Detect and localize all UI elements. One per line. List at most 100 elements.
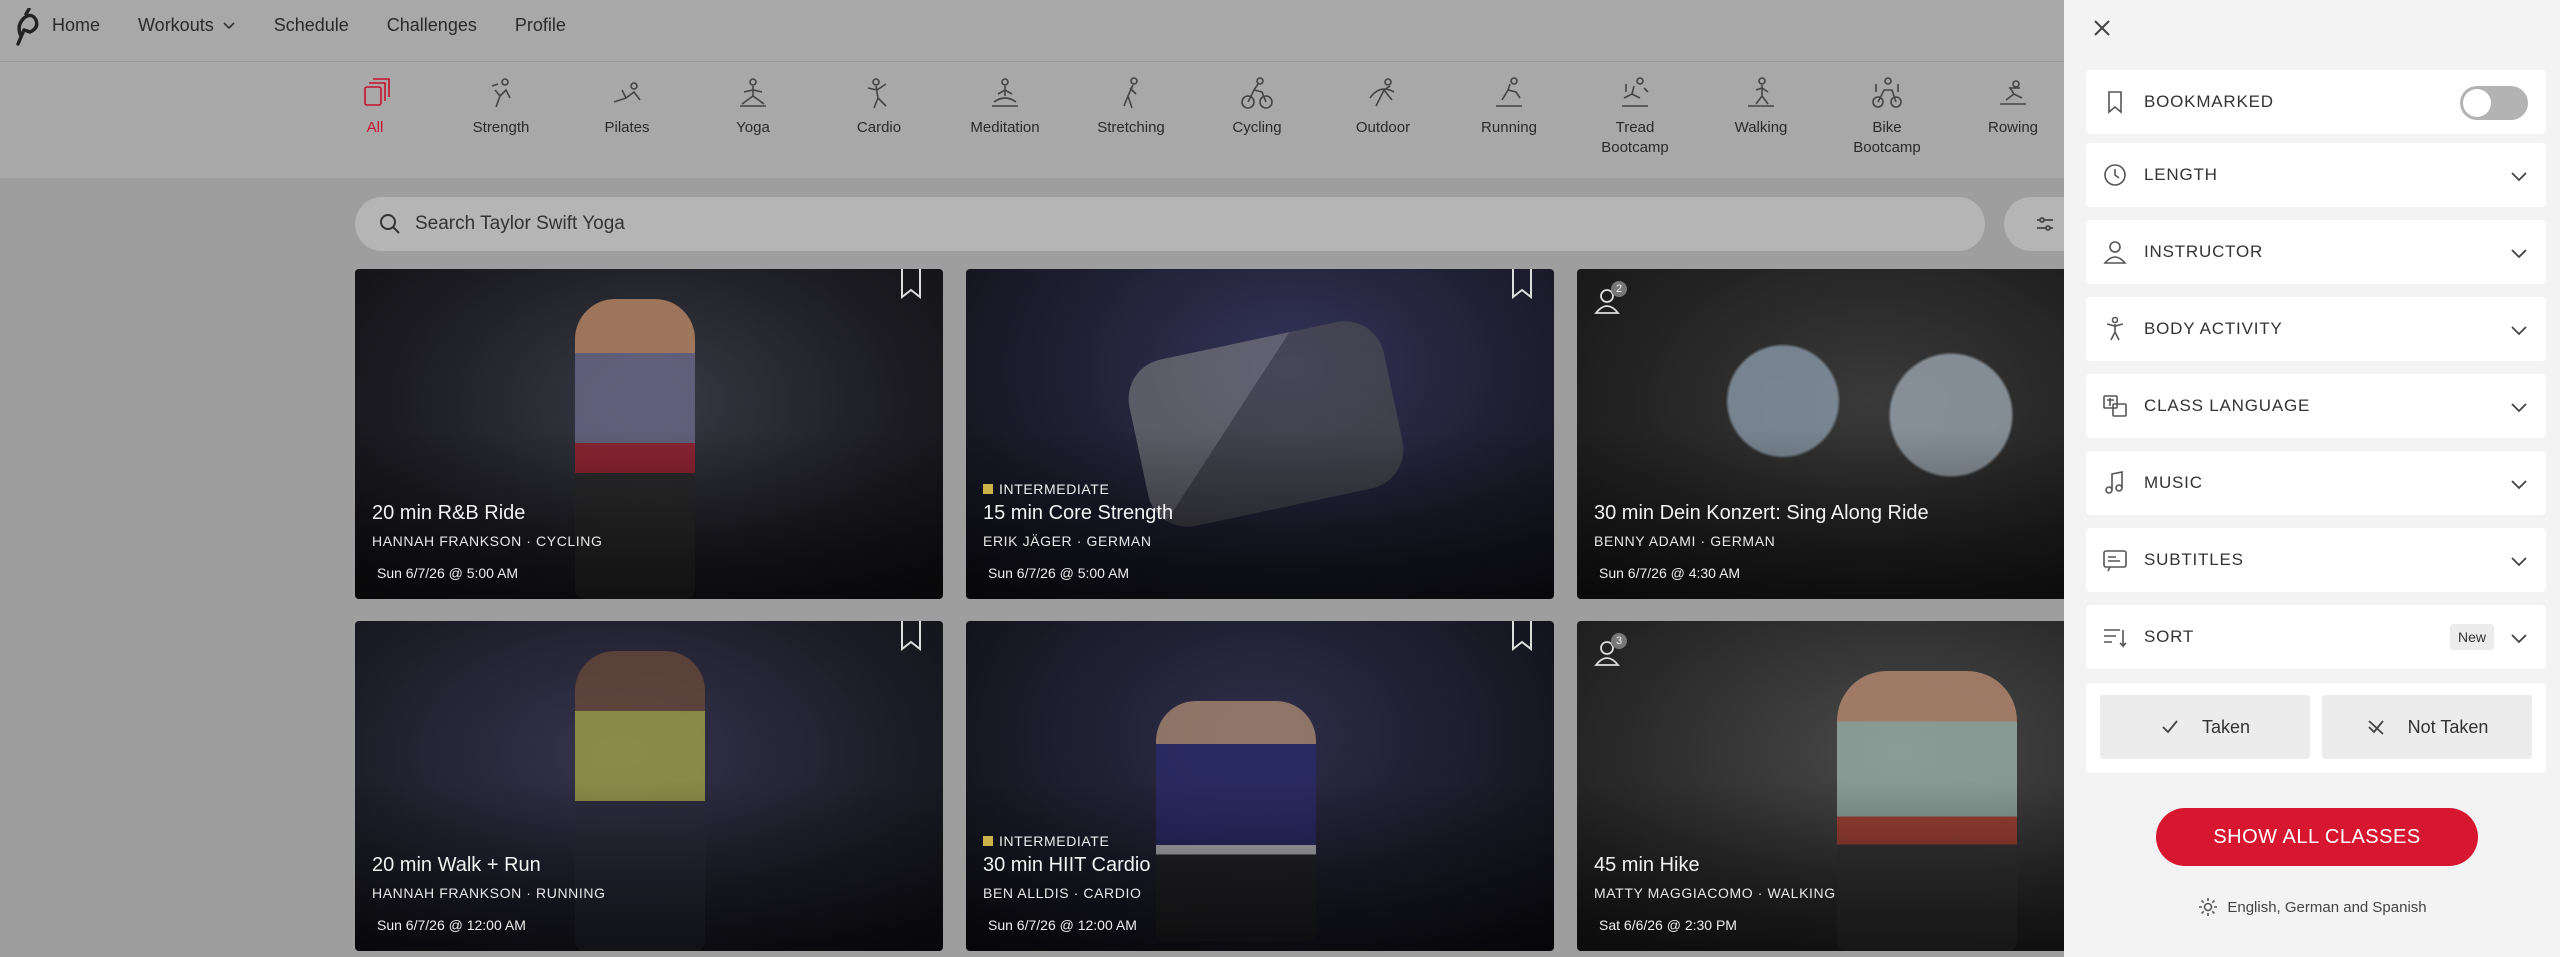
category-running[interactable]: Running: [1446, 76, 1572, 158]
filter-instructor[interactable]: INSTRUCTOR: [2086, 220, 2546, 284]
not-taken-button[interactable]: Not Taken: [2322, 695, 2532, 759]
walking-icon: [1748, 77, 1774, 107]
length-icon: [2104, 164, 2126, 186]
instructor-name: BEN ALLDIS: [983, 885, 1070, 901]
cardio-icon: [867, 78, 887, 109]
filter-label: CLASS LANGUAGE: [2144, 396, 2311, 415]
pilates-icon: [613, 82, 641, 103]
class-title: 30 min HIIT Cardio: [983, 854, 1151, 876]
friends-count: 3: [1611, 633, 1627, 649]
rowing-icon: [2000, 80, 2026, 105]
category-label: Strength: [472, 119, 530, 136]
nav-profile-link[interactable]: Profile: [515, 15, 566, 36]
nav-schedule-link[interactable]: Schedule: [274, 15, 349, 36]
yoga-icon: [740, 78, 766, 107]
category-meditation[interactable]: Meditation: [942, 76, 1068, 158]
bookmarked-toggle[interactable]: [2460, 86, 2528, 120]
friends-taken-badge[interactable]: 3: [1593, 633, 1629, 667]
category-all[interactable]: All: [312, 76, 438, 158]
bookmark-button[interactable]: [899, 621, 923, 652]
category-bike-bootcamp[interactable]: Bike Bootcamp: [1824, 76, 1950, 158]
class-date: Sun 6/7/26 @ 4:30 AM: [1599, 565, 1741, 581]
class-card[interactable]: 20 min R&B Ride HANNAH FRANKSON · CYCLING…: [355, 269, 943, 599]
filter-label: SORT: [2144, 627, 2195, 646]
stretching-icon: [1123, 77, 1138, 109]
nav-links: Home Workouts Schedule Challenges Profil…: [52, 0, 604, 50]
category-label: Walking: [1734, 119, 1788, 136]
category-pilates[interactable]: Pilates: [564, 76, 690, 158]
bookmarked-row[interactable]: BOOKMARKED: [2086, 70, 2546, 134]
filter-label: LENGTH: [2144, 165, 2218, 184]
level-label: INTERMEDIATE: [999, 481, 1110, 497]
category-strength[interactable]: Strength: [438, 76, 564, 158]
taken-button[interactable]: Taken: [2100, 695, 2310, 759]
language-settings[interactable]: English, German and Spanish: [2064, 896, 2560, 918]
peloton-logo[interactable]: [12, 8, 42, 48]
filter-label: BODY ACTIVITY: [2144, 319, 2283, 338]
category-label: All: [366, 119, 384, 136]
tread-bootcamp-icon: [1622, 77, 1649, 107]
category-label: Rowing: [1987, 119, 2039, 136]
check-slash-icon: [2368, 720, 2384, 735]
bookmark-button[interactable]: [1510, 621, 1534, 652]
filter-class-language[interactable]: CLASS LANGUAGE: [2086, 374, 2546, 438]
category-outdoor[interactable]: Outdoor: [1320, 76, 1446, 158]
category-label: Running: [1481, 119, 1537, 136]
category-label: Yoga: [736, 119, 770, 136]
category-rowing[interactable]: Rowing: [1950, 76, 2076, 158]
class-card[interactable]: 20 min Walk + Run HANNAH FRANKSON · RUNNI…: [355, 621, 943, 951]
category-label: Cycling: [1232, 119, 1282, 136]
search-input[interactable]: [415, 213, 1915, 235]
friends-taken-badge[interactable]: 2: [1593, 281, 1629, 315]
category-tread-bootcamp[interactable]: Tread Bootcamp: [1572, 76, 1698, 158]
gear-icon: [2199, 898, 2218, 916]
category-list: All Strength Pilates Yoga Cardio Meditation St…: [312, 76, 2076, 158]
filter-music[interactable]: MUSIC: [2086, 451, 2546, 515]
bookmark-icon: [1512, 269, 1532, 300]
filter-subtitles[interactable]: SUBTITLES: [2086, 528, 2546, 592]
nav-workouts-link[interactable]: Workouts: [138, 15, 236, 36]
class-discipline: CARDIO: [1083, 885, 1142, 901]
nav-home-link[interactable]: Home: [52, 15, 100, 36]
instructor-name: HANNAH FRANKSON: [372, 885, 522, 901]
close-icon: [2094, 20, 2110, 36]
filter-label: INSTRUCTOR: [2144, 242, 2264, 261]
show-all-classes-button[interactable]: SHOW ALL CLASSES: [2156, 808, 2478, 866]
category-label: Cardio: [856, 119, 902, 136]
bookmark-icon: [901, 269, 921, 300]
category-cardio[interactable]: Cardio: [816, 76, 942, 158]
sliders-icon: [2037, 217, 2053, 231]
nav-workouts-label: Workouts: [138, 14, 214, 35]
category-cycling[interactable]: Cycling: [1194, 76, 1320, 158]
nav-challenges-link[interactable]: Challenges: [387, 15, 477, 36]
bookmark-button[interactable]: [899, 269, 923, 300]
class-card[interactable]: INTERMEDIATE 15 min Core Strength ERIK JÄG…: [966, 269, 1554, 599]
instructor-name: MATTY MAGGIACOMO: [1594, 885, 1754, 901]
category-label: Stretching: [1097, 119, 1165, 136]
category-label: Bike Bootcamp: [1853, 119, 1921, 156]
filter-label: SUBTITLES: [2144, 550, 2244, 569]
filter-body-activity[interactable]: BODY ACTIVITY: [2086, 297, 2546, 361]
taken-label: Taken: [2201, 716, 2251, 737]
class-meta: HANNAH FRANKSON · CYCLING: [372, 533, 603, 549]
not-taken-label: Not Taken: [2407, 716, 2489, 737]
category-stretching[interactable]: Stretching: [1068, 76, 1194, 158]
instructor-name: HANNAH FRANKSON: [372, 533, 522, 549]
close-button[interactable]: [2090, 16, 2114, 40]
running-icon: [1496, 77, 1522, 107]
taken-filter-box: Taken Not Taken: [2086, 683, 2546, 773]
bookmark-button[interactable]: [1510, 269, 1534, 300]
class-date: Sat 6/6/26 @ 2:30 PM: [1599, 917, 1737, 933]
class-meta: ERIK JÄGER · GERMAN: [983, 533, 1152, 549]
class-date: Sun 6/7/26 @ 5:00 AM: [377, 565, 519, 581]
category-yoga[interactable]: Yoga: [690, 76, 816, 158]
search-bar[interactable]: [355, 197, 1985, 251]
class-card[interactable]: INTERMEDIATE 30 min HIIT Cardio BEN ALLDIS…: [966, 621, 1554, 951]
chevron-down-icon: [2511, 403, 2527, 413]
friends-count: 2: [1611, 281, 1627, 297]
chevron-down-icon: [2511, 172, 2527, 182]
category-walking[interactable]: Walking: [1698, 76, 1824, 158]
filter-sort[interactable]: SORT New: [2086, 605, 2546, 669]
filter-length[interactable]: LENGTH: [2086, 143, 2546, 207]
cycling-icon: [1241, 77, 1273, 109]
